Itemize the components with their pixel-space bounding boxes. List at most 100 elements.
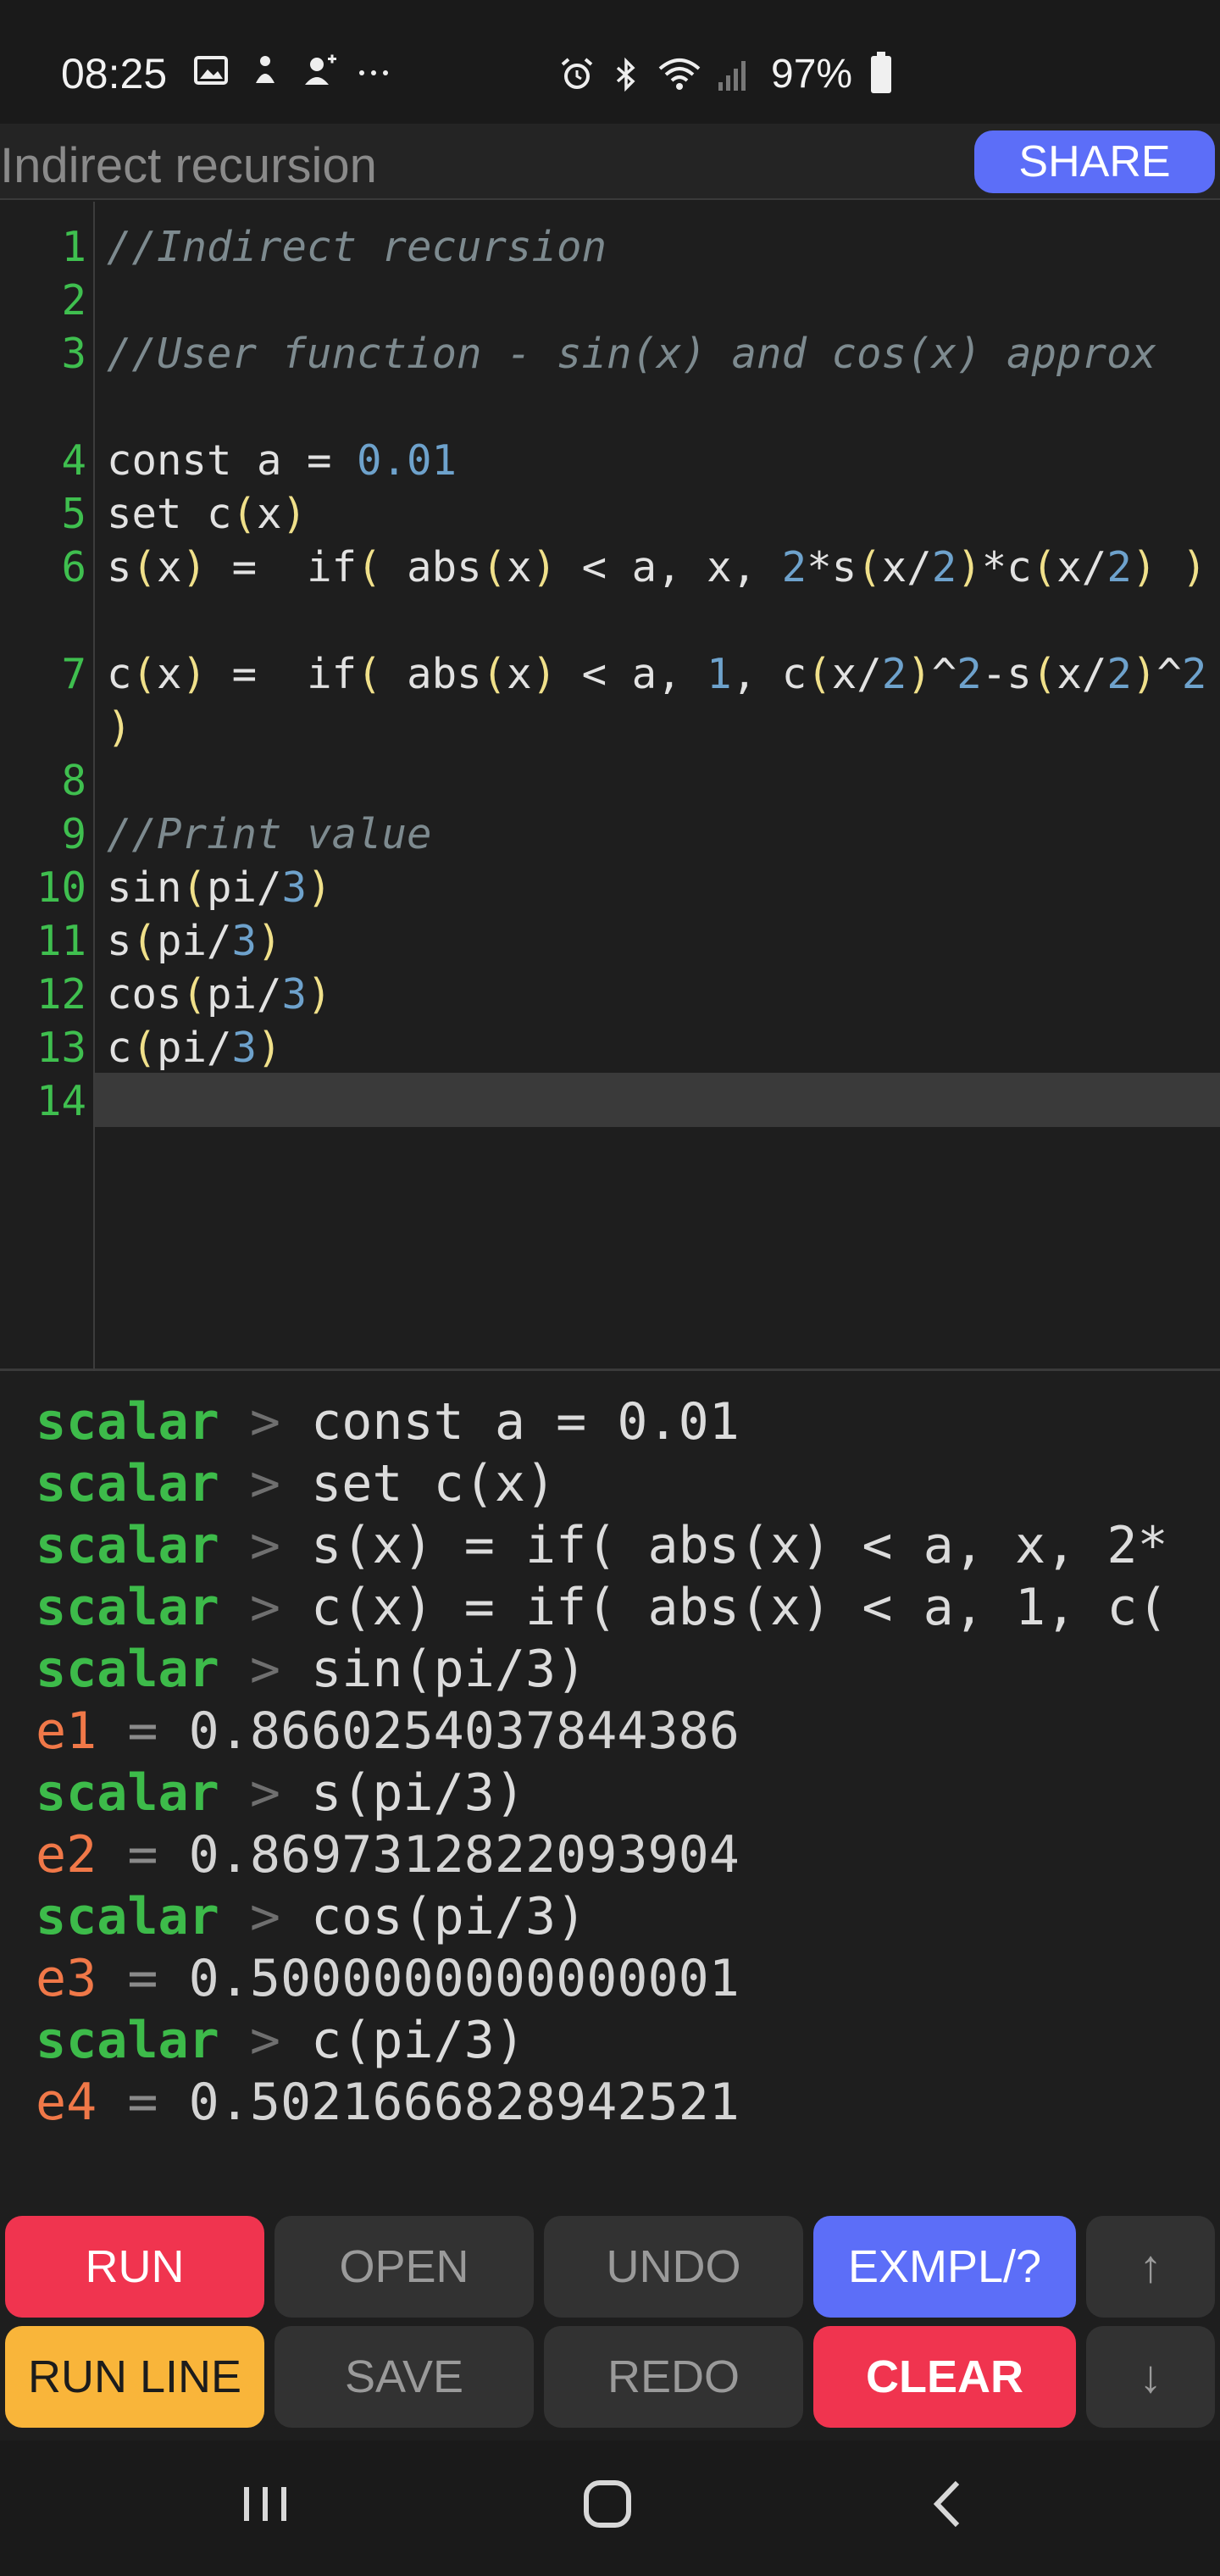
- undo-button[interactable]: UNDO: [544, 2216, 803, 2318]
- document-title[interactable]: Indirect recursion: [0, 137, 377, 194]
- share-button[interactable]: SHARE: [974, 130, 1215, 193]
- line-number: 1: [61, 223, 86, 271]
- code-text[interactable]: c(x) = if( abs(x) < a, 1, c(x/2)^2-s(x/2…: [107, 647, 1208, 754]
- recent-apps-icon[interactable]: [241, 2474, 291, 2534]
- code-paren: ): [1131, 543, 1157, 591]
- signal-icon: [718, 60, 746, 91]
- code-editor[interactable]: 1 //Indirect recursion 2 3 //User functi…: [0, 202, 1220, 1371]
- console-prompt: scalar: [36, 1640, 219, 1699]
- code-token: ^: [1156, 650, 1182, 698]
- line-number: 7: [61, 650, 86, 698]
- battery-icon: [871, 51, 892, 93]
- code-text[interactable]: //Print value: [107, 808, 1208, 861]
- code-token: -s: [981, 650, 1032, 698]
- code-text[interactable]: c(pi/3): [107, 1021, 1208, 1074]
- code-paren: ): [307, 970, 332, 1019]
- code-text[interactable]: s(pi/3): [107, 914, 1208, 968]
- code-paren: ): [181, 543, 208, 591]
- code-token: s: [107, 917, 132, 965]
- run-button[interactable]: RUN: [5, 2216, 264, 2318]
- code-token: sin: [107, 863, 182, 912]
- code-number: 2: [1106, 543, 1132, 591]
- console-command-line: scalar > s(pi/3): [36, 1763, 525, 1824]
- cursor-down-button[interactable]: ↓: [1086, 2326, 1215, 2428]
- save-button[interactable]: SAVE: [274, 2326, 534, 2428]
- code-token: pi/: [157, 917, 232, 965]
- status-time: 08:25: [61, 50, 168, 97]
- code-number: 2: [1106, 650, 1132, 698]
- code-token: cos: [107, 970, 182, 1019]
- clear-button[interactable]: CLEAR: [813, 2326, 1076, 2428]
- code-token: pi/: [207, 970, 282, 1019]
- open-button[interactable]: OPEN: [274, 2216, 534, 2318]
- current-line-highlight: [95, 1073, 1220, 1127]
- code-paren: ): [531, 543, 557, 591]
- code-text[interactable]: const a = 0.01: [107, 434, 1208, 487]
- code-number: 3: [231, 917, 258, 965]
- code-token: x: [157, 543, 182, 591]
- console-command-line: scalar > s(x) = if( abs(x) < a, x, 2*: [36, 1515, 1168, 1577]
- line-number: 5: [61, 490, 86, 538]
- code-number: 2: [1181, 650, 1207, 698]
- code-paren: ): [531, 650, 557, 698]
- examples-help-button[interactable]: EXMPL/?: [813, 2216, 1076, 2318]
- code-paren: ): [1131, 650, 1157, 698]
- code-number: 2: [781, 543, 807, 591]
- code-text[interactable]: s(x) = if( abs(x) < a, x, 2*s(x/2)*c(x/2…: [107, 541, 1208, 594]
- code-token: x/: [1056, 543, 1107, 591]
- code-paren: (: [181, 970, 208, 1019]
- console-command-line: scalar > const a = 0.01: [36, 1391, 740, 1453]
- console-output: scalar > const a = 0.01 scalar > set c(x…: [0, 1373, 1220, 2195]
- code-token: pi/: [157, 1024, 232, 1072]
- code-token: x: [157, 650, 182, 698]
- result-value: 0.5021666828942521: [188, 2073, 740, 2132]
- code-text[interactable]: set c(x): [107, 487, 1208, 541]
- console-result-line: e1 = 0.8660254037844386: [36, 1701, 740, 1763]
- code-token: x: [507, 650, 532, 698]
- run-line-button[interactable]: RUN LINE: [5, 2326, 264, 2428]
- code-token: pi/: [207, 863, 282, 912]
- notification-icon: [256, 56, 274, 83]
- code-number: 3: [281, 863, 308, 912]
- code-token: const a =: [107, 436, 358, 485]
- code-paren: ): [307, 863, 332, 912]
- console-command-line: scalar > sin(pi/3): [36, 1639, 586, 1701]
- back-icon[interactable]: [927, 2474, 969, 2534]
- console-arrow: >: [249, 1640, 280, 1699]
- code-token: = if: [207, 543, 358, 591]
- code-token: *c: [981, 543, 1032, 591]
- console-arrow: >: [249, 2011, 280, 2070]
- code-paren: (: [181, 863, 208, 912]
- code-number: 2: [957, 650, 982, 698]
- console-arrow: >: [249, 1887, 280, 1946]
- console-command-line: scalar > c(x) = if( abs(x) < a, 1, c(: [36, 1577, 1168, 1639]
- code-token: set c: [107, 490, 232, 538]
- console-prompt: scalar: [36, 2011, 219, 2070]
- code-paren: (: [857, 543, 882, 591]
- code-text[interactable]: //Indirect recursion: [107, 220, 1208, 274]
- console-command: set c(x): [311, 1454, 557, 1513]
- code-text[interactable]: cos(pi/3): [107, 968, 1208, 1021]
- code-token: < a, x,: [557, 543, 782, 591]
- image-icon: [194, 56, 228, 85]
- console-result-line: e3 = 0.5000000000000001: [36, 1948, 740, 2010]
- line-number: 3: [61, 330, 86, 378]
- redo-button[interactable]: REDO: [544, 2326, 803, 2428]
- line-number: 4: [61, 436, 86, 485]
- console-command: s(x) = if( abs(x) < a, x, 2*: [311, 1516, 1168, 1575]
- code-paren: (: [807, 650, 832, 698]
- line-number: 9: [61, 810, 86, 858]
- console-command: c(x) = if( abs(x) < a, 1, c(: [311, 1578, 1168, 1637]
- code-text[interactable]: //User function - sin(x) and cos(x) appr…: [107, 327, 1208, 380]
- cursor-up-button[interactable]: ↑: [1086, 2216, 1215, 2318]
- result-value: 0.5000000000000001: [188, 1949, 740, 2008]
- equals-sign: =: [127, 1702, 158, 1761]
- code-number: 2: [881, 650, 907, 698]
- home-icon[interactable]: [581, 2474, 637, 2534]
- result-variable: e4: [36, 2073, 97, 2132]
- person-add-icon: [305, 54, 336, 85]
- line-number: 8: [61, 757, 86, 805]
- code-paren: (: [131, 650, 158, 698]
- code-token: c: [107, 650, 132, 698]
- code-text[interactable]: sin(pi/3): [107, 861, 1208, 914]
